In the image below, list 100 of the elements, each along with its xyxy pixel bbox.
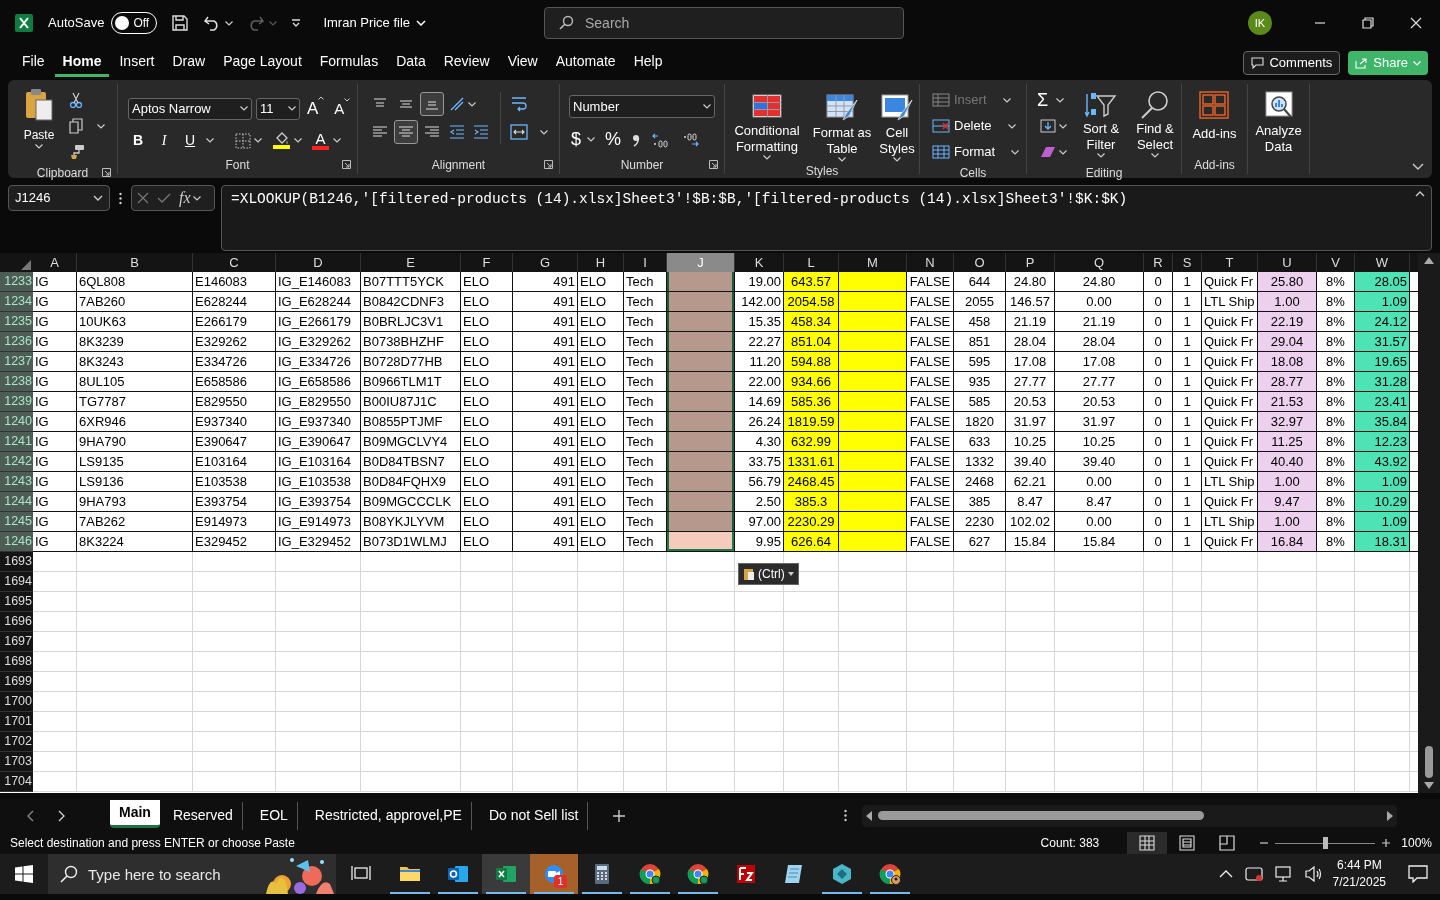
styles-button[interactable]: Conditional Formatting [725,92,809,160]
column-header[interactable]: F [461,253,513,272]
zoom-slider[interactable] [1275,837,1376,849]
check-icon[interactable] [157,192,171,204]
row-header[interactable]: 1241 [0,432,33,452]
column-header[interactable]: N [907,253,954,272]
scrollbar-thumb[interactable] [878,811,1205,820]
styles-button[interactable]: Cell Styles [875,92,919,162]
redo-icon[interactable] [247,14,266,32]
column-header[interactable]: Q [1055,253,1144,272]
menu-tab[interactable]: Data [388,49,434,77]
scrollbar-thumb[interactable] [1425,746,1433,778]
paste-options-button[interactable]: (Ctrl) [738,563,799,585]
column-header[interactable]: H [578,253,624,272]
row-header[interactable]: 1693 [0,552,33,572]
menu-tab[interactable]: Home [54,49,110,77]
analyze-data-button[interactable]: Analyze Data [1250,90,1307,155]
menu-tab[interactable]: Formulas [311,49,387,77]
font-style-button[interactable]: B [128,129,148,152]
row-header[interactable]: 1244 [0,492,33,512]
add-sheet-icon[interactable] [612,808,627,823]
dialog-launcher-icon[interactable] [544,160,553,169]
row-header[interactable]: 1246 [0,532,33,552]
vertical-scrollbar[interactable] [1418,253,1440,793]
name-box[interactable]: J1246 [8,185,110,211]
styles-button[interactable]: Format as Table [811,92,873,162]
restore-icon[interactable] [1362,17,1374,29]
font-color-button[interactable]: A [310,131,343,150]
font-name-field[interactable]: Aptos Narrow [128,97,252,120]
menu-tab[interactable]: Automate [547,49,624,77]
chevron-up-icon[interactable] [1218,870,1233,878]
menu-tab[interactable]: Insert [111,49,163,77]
row-header[interactable]: 1694 [0,572,33,592]
column-header[interactable]: V [1317,253,1355,272]
scroll-right-icon[interactable] [1387,810,1394,821]
sheet-tab[interactable]: Restricted, approvel,PE [305,801,472,830]
save-icon[interactable] [171,14,190,32]
column-header[interactable]: O [954,253,1006,272]
dialog-launcher-icon[interactable] [709,160,718,169]
column-header[interactable]: T [1202,253,1258,272]
formula-field[interactable]: =XLOOKUP(B1246,'[filtered-products (14).xlsx]Sheet3'!$B:$B,'[filtered-products (14).xlsx]Sheet3'!$K:$K) [221,185,1432,251]
row-header[interactable]: 1236 [0,332,33,352]
row-header[interactable]: 1242 [0,452,33,472]
row-header[interactable]: 1699 [0,672,33,692]
vertical-align-button[interactable] [420,92,444,116]
scroll-up-icon[interactable] [1424,257,1434,264]
editing-button[interactable]: Find & Select [1132,90,1178,164]
row-header[interactable]: 1702 [0,732,33,752]
fill-color-button[interactable] [271,132,304,149]
slider-thumb[interactable] [1323,837,1329,849]
customize-toolbar-icon[interactable] [291,18,302,28]
horizontal-align-button[interactable] [394,120,418,144]
menu-tab[interactable]: Help [625,49,671,77]
search-field[interactable]: Search [544,7,904,39]
dialog-launcher-icon[interactable] [342,160,351,169]
add-ins-button[interactable]: Add-ins [1192,90,1237,144]
sheet-tab[interactable]: Do not Sell list [479,801,589,830]
row-header[interactable]: 1233 [0,272,33,292]
font-style-button[interactable]: U [180,129,200,152]
row-header[interactable]: 1696 [0,612,33,632]
close-icon[interactable] [1410,17,1422,29]
column-header[interactable]: R [1144,253,1173,272]
row-header[interactable]: 1239 [0,392,33,412]
scroll-down-icon[interactable] [1424,782,1434,789]
windows-start-icon[interactable] [15,865,33,883]
view-button[interactable] [1127,832,1168,854]
column-header[interactable]: C [193,253,276,272]
meeting-tray-icon[interactable] [1244,866,1263,882]
column-header[interactable]: S [1173,253,1202,272]
font-size-field[interactable]: 11 [256,97,300,120]
menu-tab[interactable]: Review [435,49,498,77]
comments-button[interactable]: Comments [1243,51,1341,75]
menu-tab[interactable]: File [14,49,53,77]
row-header[interactable]: 1704 [0,772,33,792]
percent-button[interactable]: % [603,126,624,153]
speaker-icon[interactable] [1304,866,1323,882]
grow-font-button[interactable]: A [304,96,328,122]
row-header[interactable]: 1703 [0,752,33,772]
autosum-button[interactable]: Σ [1037,88,1070,112]
horizontal-scrollbar[interactable] [862,804,1398,827]
shrink-font-button[interactable]: A [331,97,354,120]
dialog-launcher-icon[interactable] [102,168,111,177]
select-all-icon[interactable] [21,260,31,270]
collapse-ribbon-icon[interactable] [1412,163,1424,170]
column-header[interactable]: G [513,253,578,272]
scroll-left-icon[interactable] [866,810,873,821]
row-header[interactable]: 1695 [0,592,33,612]
menu-tab[interactable]: View [499,49,546,77]
menu-tab[interactable]: Draw [164,49,214,77]
cancel-icon[interactable] [137,192,149,204]
number-format-field[interactable]: Number [569,95,715,118]
avatar[interactable]: IK [1248,11,1272,35]
column-header[interactable]: A [33,253,77,272]
paste-button[interactable]: Paste [16,88,62,164]
row-header[interactable]: 1697 [0,632,33,652]
currency-button[interactable]: $ [569,126,597,153]
font-style-button[interactable]: I [154,129,174,152]
row-header[interactable]: 1245 [0,512,33,532]
expand-formula-icon[interactable] [1415,191,1425,197]
taskbar-button[interactable]: 1 [530,854,578,894]
